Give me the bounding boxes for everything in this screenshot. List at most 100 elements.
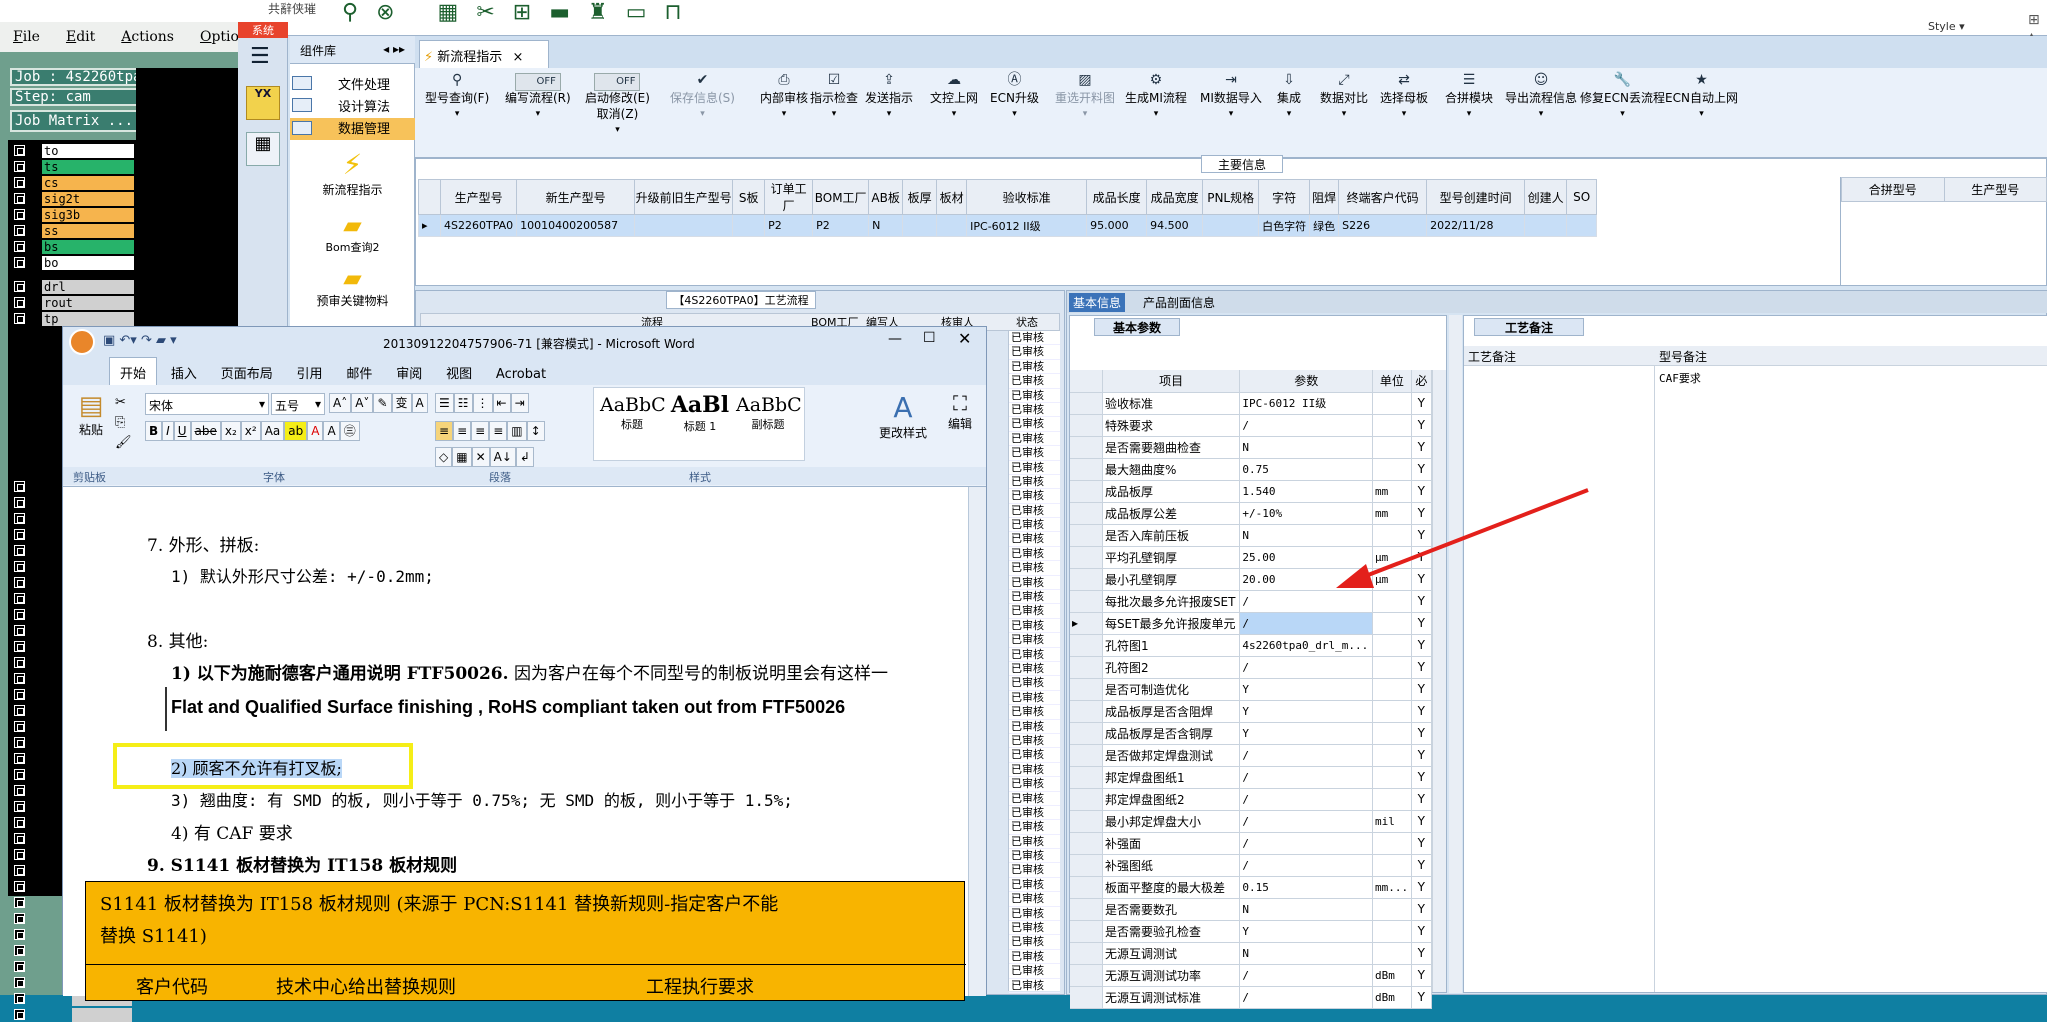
border-buttons[interactable]: ◇ ▦ ✕ A↓ ↲ (435, 447, 534, 467)
grid-header[interactable]: 成品宽度 (1146, 179, 1204, 215)
word-scrollbar[interactable] (968, 487, 986, 996)
style-subtitle[interactable]: AaBbC 副标题 (736, 394, 802, 432)
font-grow-shrink[interactable]: A˄ A˅ ✎ 变 A (329, 393, 428, 413)
param-value[interactable]: N (1239, 436, 1374, 459)
edit-button[interactable]: ⛶ 编辑 (941, 391, 979, 432)
param-row[interactable]: 是否需要翘曲检查 N Y (1070, 436, 1433, 459)
flow-status-cell[interactable]: 已审核 (1009, 619, 1060, 634)
grid-header[interactable]: 生产型号 (439, 179, 518, 215)
layer-row[interactable]: ss (12, 224, 136, 238)
splitter[interactable] (1449, 315, 1462, 993)
calculator-icon[interactable]: ▦ (246, 132, 280, 166)
tab-layout[interactable]: 页面布局 (211, 358, 283, 387)
layer-checkbox[interactable] (14, 865, 25, 876)
flow-status-cell[interactable]: 已审核 (1009, 777, 1060, 792)
office-button[interactable] (69, 329, 95, 355)
layer-checkbox[interactable] (14, 297, 25, 308)
grid-cell[interactable] (634, 214, 734, 237)
layer-checkbox[interactable] (14, 657, 25, 668)
layer-row[interactable]: bs (12, 240, 136, 254)
flow-status-cell[interactable]: 已审核 (1009, 863, 1060, 878)
flow-status-cell[interactable]: 已审核 (1009, 374, 1060, 389)
grid-cell[interactable]: IPC-6012 II级 (966, 214, 1088, 237)
style-title[interactable]: AaBbC 标题 (600, 394, 666, 432)
maximize-icon[interactable]: ☐ (923, 330, 936, 346)
layer-row[interactable]: bo (12, 256, 136, 270)
layer-checkbox[interactable] (14, 753, 25, 764)
param-value[interactable]: Y (1239, 722, 1374, 745)
param-value[interactable]: N (1239, 898, 1374, 921)
grid-cell[interactable]: 绿色 (1309, 214, 1340, 237)
grid-cell[interactable]: 10010400200587 (516, 214, 636, 237)
ribbon-button-5[interactable]: ☑ 指示检查 ▾ (810, 72, 858, 122)
flow-status-cell[interactable]: 已审核 (1009, 518, 1060, 533)
grid-cell[interactable] (1202, 214, 1260, 237)
flow-status-cell[interactable]: 已审核 (1009, 532, 1060, 547)
layer-checkbox[interactable] (14, 977, 25, 988)
param-row[interactable]: 板面平整度的最大极差 0.15 mm... Y (1070, 876, 1433, 899)
flow-status-cell[interactable]: 已审核 (1009, 345, 1060, 360)
menu-file[interactable]: File (0, 29, 53, 45)
param-row[interactable]: 最小邦定焊盘大小 / mil Y (1070, 810, 1433, 833)
params-scrollbar[interactable] (1432, 370, 1446, 992)
ribbon-button-6[interactable]: ⇪ 发送指示 ▾ (865, 72, 913, 122)
layer-row[interactable]: to (12, 144, 136, 158)
tab-basic-info[interactable]: 基本信息 (1069, 293, 1126, 312)
param-value[interactable]: / (1239, 744, 1374, 767)
flow-status-cell[interactable]: 已审核 (1009, 720, 1060, 734)
ribbon-button-7[interactable]: ☁ 文控上网 ▾ (930, 72, 978, 122)
change-styles-button[interactable]: A 更改样式 (871, 391, 935, 441)
layer-checkbox[interactable] (14, 593, 25, 604)
flow-status-cell[interactable]: 已审核 (1009, 979, 1060, 993)
ribbon-button-10[interactable]: ⚙ 生成MI流程 ▾ (1125, 72, 1187, 122)
layer-checkbox[interactable] (14, 849, 25, 860)
layer-checkbox[interactable] (14, 689, 25, 700)
menu-edit[interactable]: Edit (53, 29, 108, 45)
flow-status-cell[interactable]: 已审核 (1009, 417, 1060, 432)
grid-header[interactable]: 验收标准 (966, 179, 1088, 215)
flow-status-cell[interactable]: 已审核 (1009, 748, 1060, 763)
param-row[interactable]: 是否可制造优化 Y Y (1070, 678, 1433, 701)
layer-checkbox[interactable] (14, 193, 25, 204)
grid-header[interactable]: 升级前旧生产型号 (634, 179, 734, 215)
layer-checkbox[interactable] (14, 609, 25, 620)
grid-cell[interactable] (732, 214, 766, 237)
ribbon-button-0[interactable]: ⚲ 型号查询(F) ▾ (425, 72, 489, 122)
flow-status-cell[interactable]: 已审核 (1009, 763, 1060, 778)
grid-header[interactable]: 创建人 (1524, 179, 1568, 215)
flow-status-cell[interactable]: 已审核 (1009, 892, 1060, 907)
quick-access-icons[interactable]: ▣ ↶▾ ↷ ▰ ▾ (103, 333, 177, 348)
flow-status-cell[interactable]: 已审核 (1009, 461, 1060, 475)
style-menu[interactable]: Style ▾ (1928, 20, 1965, 33)
flow-status-cell[interactable]: 已审核 (1009, 849, 1060, 864)
flow-status-cell[interactable]: 已审核 (1009, 734, 1060, 749)
param-value[interactable]: / (1239, 854, 1374, 877)
layer-checkbox[interactable] (14, 737, 25, 748)
param-value[interactable]: / (1239, 964, 1374, 987)
layer-checkbox[interactable] (14, 313, 25, 324)
param-value[interactable]: / (1239, 766, 1374, 789)
grid-cell[interactable]: 4S2260TPA0 (439, 214, 518, 237)
ribbon-button-14[interactable]: ⇄ 选择母板 ▾ (1380, 72, 1428, 122)
param-value[interactable]: IPC-6012 II级 (1239, 392, 1374, 415)
style-heading1[interactable]: AaBl 标题 1 (668, 392, 732, 434)
ribbon-button-3[interactable]: ✔ 保存信息(S) ▾ (670, 72, 735, 122)
param-row[interactable]: 补强图纸 / Y (1070, 854, 1433, 877)
param-row[interactable]: 无源互调测试功率 / dBm Y (1070, 964, 1433, 987)
layer-checkbox[interactable] (14, 929, 25, 940)
layer-checkbox[interactable] (14, 945, 25, 956)
param-value[interactable]: Y (1239, 920, 1374, 943)
layer-checkbox[interactable] (14, 145, 25, 156)
layer-row[interactable]: cs (12, 176, 136, 190)
flow-status-cell[interactable]: 已审核 (1009, 950, 1060, 965)
close-icon[interactable]: ✕ (958, 329, 971, 348)
layer-row[interactable]: ts (12, 160, 136, 174)
param-value[interactable]: / (1239, 832, 1374, 855)
param-value[interactable]: / (1239, 414, 1374, 437)
param-row[interactable]: 孔符图2/ Y (1070, 656, 1433, 679)
layer-checkbox[interactable] (14, 705, 25, 716)
tab-insert[interactable]: 插入 (161, 358, 207, 387)
ribbon-button-18[interactable]: ★ ECN自动上网 ▾ (1665, 72, 1738, 122)
grid-header[interactable]: 板材 (936, 179, 968, 215)
ribbon-button-13[interactable]: ⤢ 数据对比 ▾ (1320, 72, 1368, 122)
